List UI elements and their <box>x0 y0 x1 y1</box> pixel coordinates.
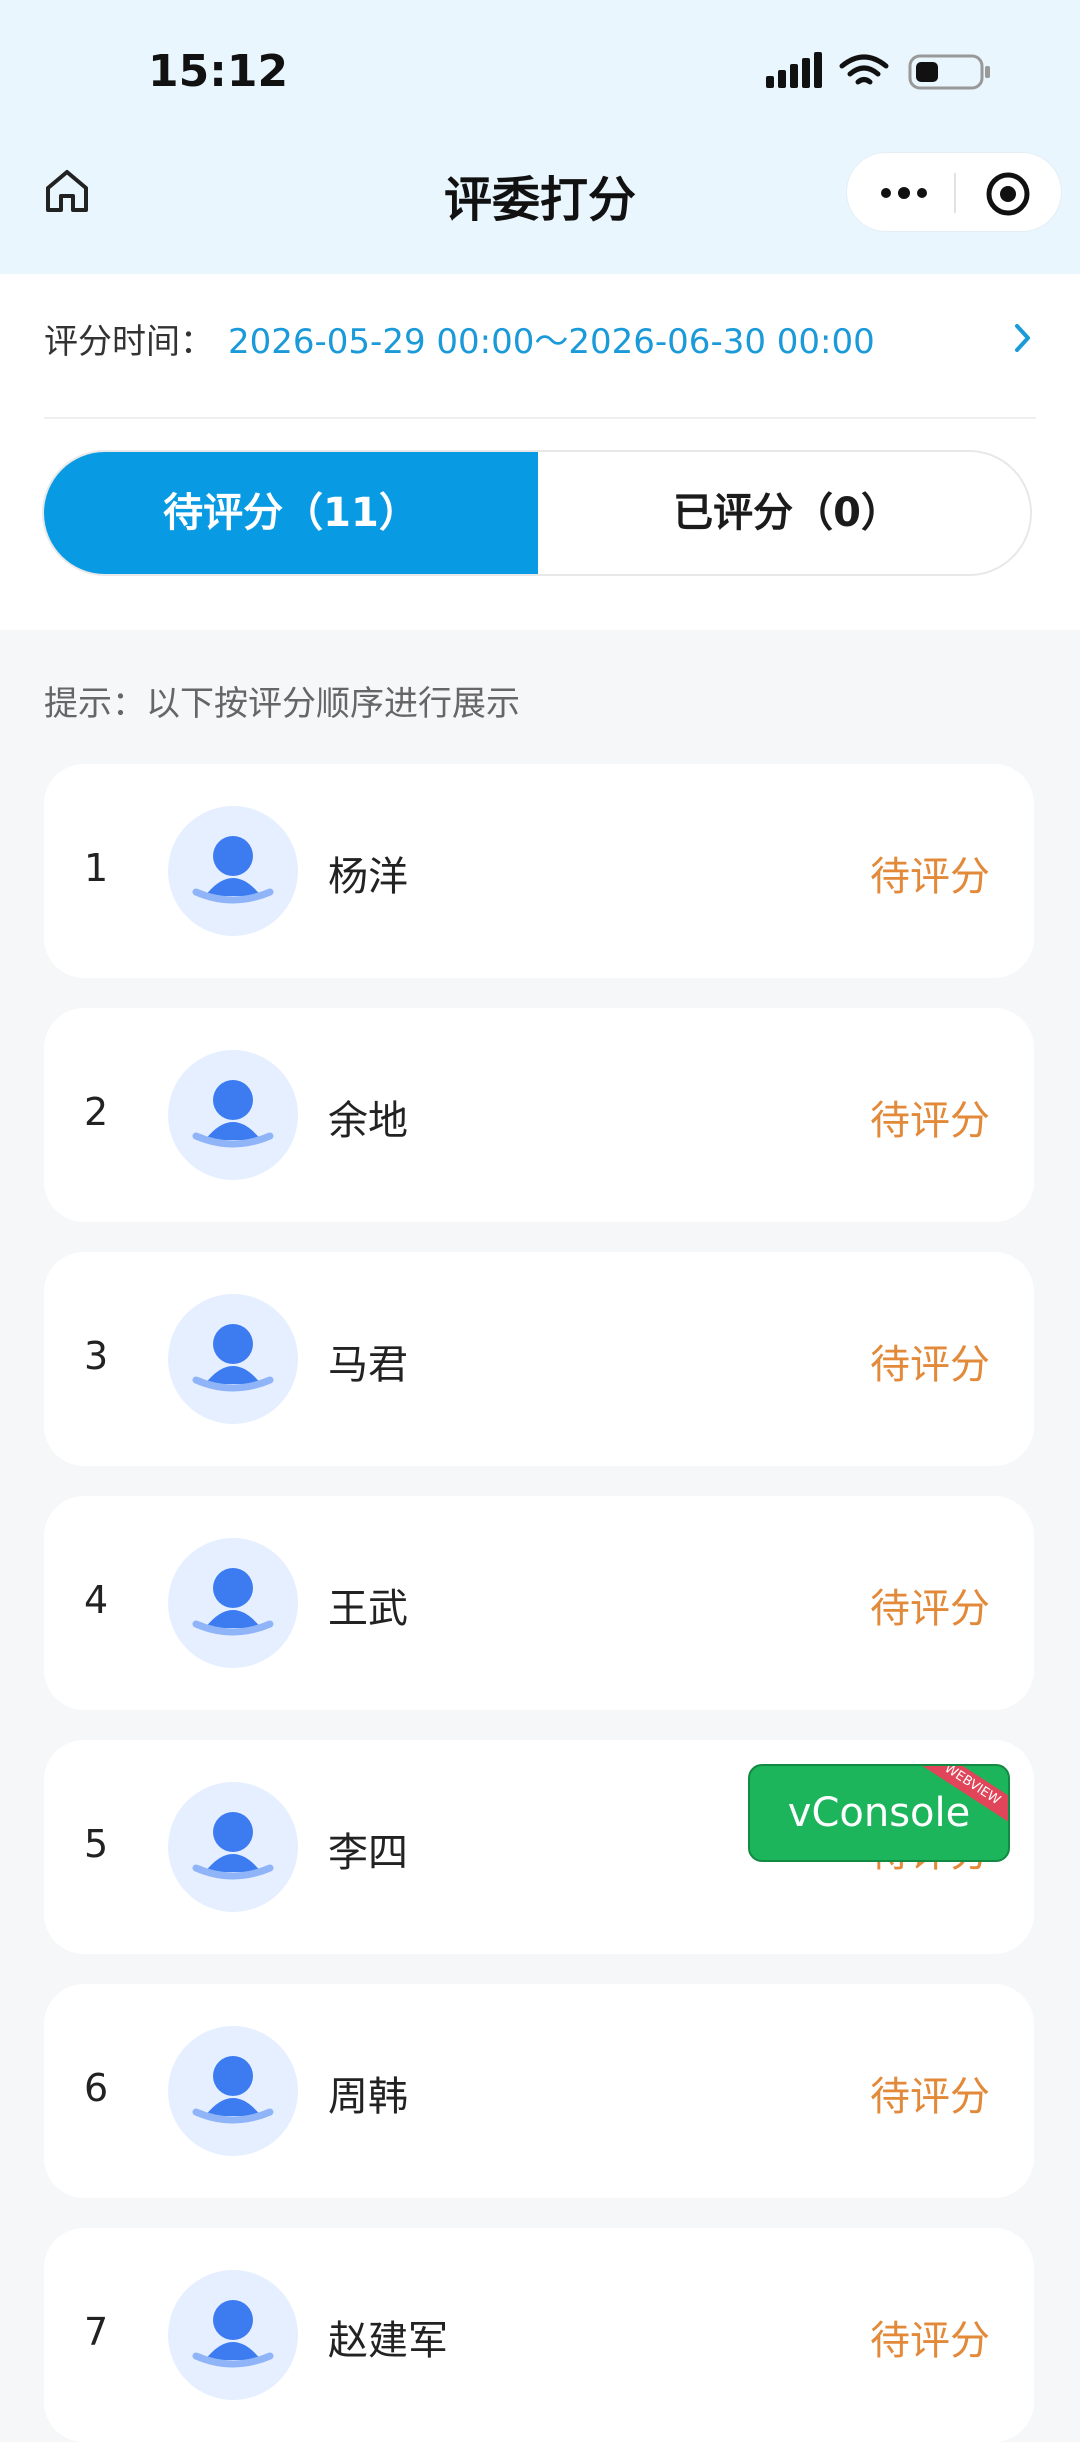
candidate-name: 赵建军 <box>328 2318 448 2364</box>
candidate-name: 王武 <box>328 1586 408 1632</box>
item-index: 2 <box>84 1090 109 1134</box>
avatar <box>168 1050 298 1180</box>
candidate-name: 周韩 <box>328 2074 408 2120</box>
candidate-name: 杨洋 <box>328 854 408 900</box>
score-time-label: 评分时间： <box>44 322 214 362</box>
item-index: 7 <box>84 2310 109 2354</box>
battery-icon <box>908 54 990 90</box>
score-time-range: 2026-05-29 00:00～2026-06-30 00:00 <box>228 322 875 362</box>
candidate-name: 余地 <box>328 1098 408 1144</box>
item-index: 3 <box>84 1334 109 1378</box>
user-icon <box>192 1568 274 1636</box>
vconsole-label: vConsole <box>787 1790 971 1836</box>
filter-panel: 评分时间： 2026-05-29 00:00～2026-06-30 00:00 … <box>0 274 1080 630</box>
user-icon <box>192 2056 274 2124</box>
header: 15:12 评委打分 <box>0 0 1080 274</box>
more-dots-icon[interactable] <box>879 179 929 207</box>
chevron-right-icon <box>1008 320 1036 356</box>
avatar <box>168 2270 298 2400</box>
user-icon <box>192 1812 274 1880</box>
signal-icon <box>766 52 822 88</box>
tab-pending[interactable]: 待评分（11） <box>44 452 538 574</box>
list-item[interactable]: 6 周韩 待评分 <box>44 1984 1034 2198</box>
avatar <box>168 1538 298 1668</box>
status-time: 15:12 <box>148 46 289 97</box>
user-icon <box>192 2300 274 2368</box>
list-item[interactable]: 3 马君 待评分 <box>44 1252 1034 1466</box>
user-icon <box>192 1080 274 1148</box>
capsule-divider <box>954 173 956 213</box>
user-icon <box>192 836 274 904</box>
user-icon <box>192 1324 274 1392</box>
candidate-name: 马君 <box>328 1342 408 1388</box>
mini-program-capsule <box>846 152 1062 232</box>
status-tabs: 待评分（11） 已评分（0） <box>42 450 1032 576</box>
tab-scored[interactable]: 已评分（0） <box>540 452 1030 574</box>
status-label: 待评分 <box>870 2318 990 2364</box>
item-index: 5 <box>84 1822 109 1866</box>
status-icons <box>766 52 996 92</box>
status-label: 待评分 <box>870 854 990 900</box>
status-label: 待评分 <box>870 2074 990 2120</box>
score-time-row[interactable]: 评分时间： 2026-05-29 00:00～2026-06-30 00:00 <box>44 314 1036 394</box>
list-item[interactable]: 7 赵建军 待评分 <box>44 2228 1034 2442</box>
target-circle-icon[interactable] <box>985 171 1031 217</box>
divider <box>44 417 1036 419</box>
item-index: 4 <box>84 1578 109 1622</box>
avatar <box>168 2026 298 2156</box>
item-index: 6 <box>84 2066 109 2110</box>
list-item[interactable]: 2 余地 待评分 <box>44 1008 1034 1222</box>
status-label: 待评分 <box>870 1098 990 1144</box>
list-item[interactable]: 1 杨洋 待评分 <box>44 764 1034 978</box>
list-item[interactable]: 4 王武 待评分 <box>44 1496 1034 1710</box>
wifi-icon <box>839 54 889 85</box>
status-label: 待评分 <box>870 1342 990 1388</box>
status-label: 待评分 <box>870 1586 990 1632</box>
order-hint: 提示：以下按评分顺序进行展示 <box>44 684 520 724</box>
candidate-name: 李四 <box>328 1830 408 1876</box>
item-index: 1 <box>84 846 109 890</box>
vconsole-button[interactable]: vConsole WEBVIEW <box>748 1764 1010 1862</box>
avatar <box>168 806 298 936</box>
avatar <box>168 1294 298 1424</box>
avatar <box>168 1782 298 1912</box>
